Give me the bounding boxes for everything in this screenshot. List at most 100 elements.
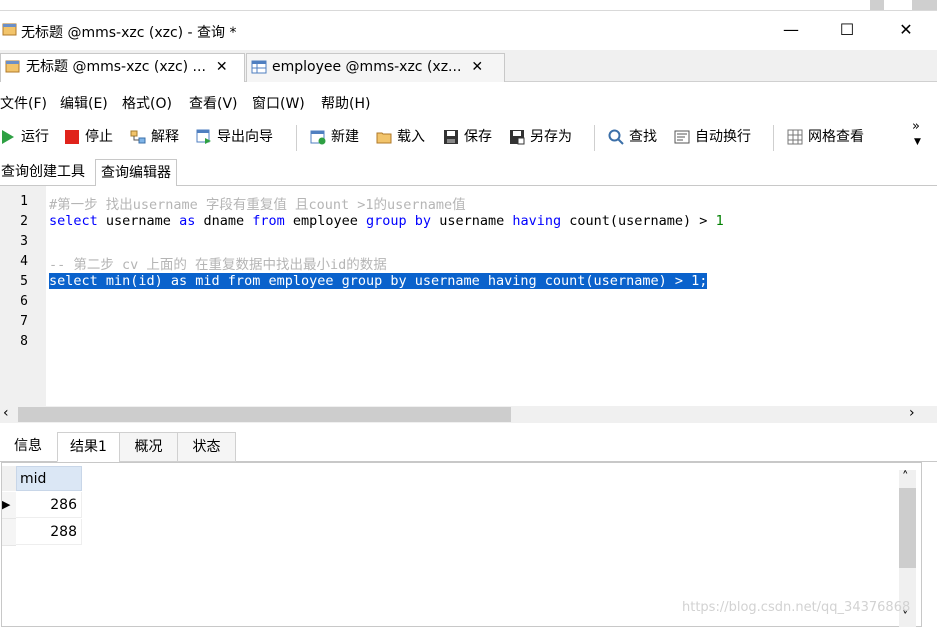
maximize-button[interactable]: ☐ xyxy=(830,19,864,41)
horizontal-scrollbar[interactable]: ‹ › xyxy=(0,405,937,423)
save-as-icon xyxy=(510,130,525,145)
grid-corner xyxy=(2,466,16,491)
tab-query-editor[interactable]: 查询编辑器 xyxy=(95,159,177,187)
new-query-icon xyxy=(310,130,326,145)
keyword: having xyxy=(512,213,562,229)
grid-icon xyxy=(787,129,803,145)
window-title: 无标题 @mms-xzc (xzc) - 查询 * xyxy=(21,25,237,41)
explain-icon xyxy=(130,130,146,144)
close-button[interactable]: ✕ xyxy=(889,19,923,41)
grid-view-button[interactable]: 网格查看 xyxy=(787,127,864,149)
keyword: from xyxy=(252,213,285,229)
run-button[interactable]: 运行 xyxy=(0,127,49,149)
find-label: 查找 xyxy=(629,129,657,145)
load-button[interactable]: 载入 xyxy=(376,127,425,149)
watermark: https://blog.csdn.net/qq_34376868 xyxy=(682,600,911,615)
code-text: username xyxy=(97,213,180,229)
save-label: 保存 xyxy=(464,129,492,145)
code-text: count(username) > xyxy=(561,213,716,229)
export-icon xyxy=(196,129,211,144)
toolbar-separator xyxy=(296,125,297,151)
run-label: 运行 xyxy=(21,129,49,145)
line-number: 2 xyxy=(20,214,28,229)
scroll-up-icon[interactable]: ˄ xyxy=(902,470,909,485)
keyword: select xyxy=(49,213,98,229)
tab-query-builder[interactable]: 查询创建工具 xyxy=(1,159,85,185)
tab-profile[interactable]: 概况 xyxy=(119,432,178,462)
load-label: 载入 xyxy=(397,129,425,145)
code-text: dname xyxy=(195,213,253,229)
tab-status[interactable]: 状态 xyxy=(177,432,236,462)
stop-button[interactable]: 停止 xyxy=(64,127,113,149)
new-button[interactable]: 新建 xyxy=(310,127,359,149)
tab-employee[interactable]: employee @mms-xzc (xz... ✕ xyxy=(246,53,505,82)
save-as-label: 另存为 xyxy=(530,129,572,145)
tab-label: 无标题 @mms-xzc (xzc) ... xyxy=(26,59,206,75)
play-icon xyxy=(2,130,14,144)
line-number: 7 xyxy=(20,314,28,329)
row-header[interactable] xyxy=(2,519,16,546)
save-button[interactable]: 保存 xyxy=(443,127,492,149)
title-bar: 无标题 @mms-xzc (xzc) - 查询 * — ☐ ✕ xyxy=(0,10,937,51)
explain-button[interactable]: 解释 xyxy=(130,127,179,149)
query-icon xyxy=(5,60,20,73)
line-number: 8 xyxy=(20,334,28,349)
menu-view[interactable]: 查看(V) xyxy=(189,93,238,113)
word-wrap-button[interactable]: 自动换行 xyxy=(674,127,751,149)
column-header-mid[interactable]: mid xyxy=(16,466,82,491)
current-row-icon: ▶ xyxy=(2,498,11,511)
table-cell[interactable]: 288 xyxy=(16,519,82,545)
table-cell[interactable]: 286 xyxy=(16,492,82,518)
line-number-gutter: 1 2 3 4 5 6 7 8 xyxy=(0,186,46,406)
result-tabs: 信息 结果1 概况 状态 xyxy=(0,431,937,462)
menu-help[interactable]: 帮助(H) xyxy=(321,93,370,113)
menu-file[interactable]: 文件(F) xyxy=(0,93,47,113)
menu-format[interactable]: 格式(O) xyxy=(122,93,172,113)
find-button[interactable]: 查找 xyxy=(608,127,657,149)
tab-query-untitled[interactable]: 无标题 @mms-xzc (xzc) ... ✕ xyxy=(0,53,245,82)
stop-icon xyxy=(65,130,79,144)
keyword: group by xyxy=(366,213,432,229)
menu-bar: 文件(F) 编辑(E) 格式(O) 查看(V) 窗口(W) 帮助(H) xyxy=(0,86,937,116)
save-as-button[interactable]: 另存为 xyxy=(509,127,572,149)
scrollbar-thumb[interactable] xyxy=(18,407,511,422)
line-number: 1 xyxy=(20,194,28,209)
menu-window[interactable]: 窗口(W) xyxy=(252,93,305,113)
code-line-5-selected: select min(id) as mid from employee grou… xyxy=(49,273,708,289)
close-icon[interactable]: ✕ xyxy=(471,54,483,80)
tab-result-1[interactable]: 结果1 xyxy=(57,432,120,462)
line-number: 4 xyxy=(20,254,28,269)
document-tabs: 无标题 @mms-xzc (xzc) ... ✕ employee @mms-xz… xyxy=(0,50,937,82)
row-header[interactable]: ▶ xyxy=(2,492,16,519)
code-line-2: select username as dname from employee g… xyxy=(49,213,724,229)
toolbar-overflow-button[interactable]: » xyxy=(912,119,920,134)
toolbar-separator xyxy=(594,125,595,151)
save-icon xyxy=(444,130,458,144)
line-number: 6 xyxy=(20,294,28,309)
minimize-button[interactable]: — xyxy=(774,19,808,41)
code-text: employee xyxy=(284,213,367,229)
word-wrap-label: 自动换行 xyxy=(695,129,751,145)
scroll-right-icon[interactable]: › xyxy=(909,405,915,421)
stop-label: 停止 xyxy=(85,129,113,145)
app-icon xyxy=(2,23,17,36)
code-text: username xyxy=(431,213,513,229)
line-number: 5 xyxy=(20,274,28,289)
sql-editor[interactable]: 1 2 3 4 5 6 7 8 #第一步 找出username 字段有重复值 且… xyxy=(0,186,937,406)
folder-icon xyxy=(376,132,392,144)
menu-edit[interactable]: 编辑(E) xyxy=(60,93,108,113)
export-wizard-button[interactable]: 导出向导 xyxy=(196,127,273,149)
word-wrap-icon xyxy=(674,130,690,144)
editor-tabs: 查询创建工具 查询编辑器 xyxy=(0,157,937,187)
background-window-edge xyxy=(912,0,937,10)
code-line-4-comment: -- 第二步 cv 上面的 在重复数据中找出最小id的数据 xyxy=(49,257,387,273)
new-label: 新建 xyxy=(331,129,359,145)
close-icon[interactable]: ✕ xyxy=(216,54,228,80)
scrollbar-thumb[interactable] xyxy=(899,488,916,568)
tab-label: employee @mms-xzc (xz... xyxy=(272,59,462,75)
explain-label: 解释 xyxy=(151,129,179,145)
scroll-left-icon[interactable]: ‹ xyxy=(3,405,9,421)
keyword: as xyxy=(179,213,196,229)
chevron-down-icon[interactable]: ▼ xyxy=(914,137,921,147)
tab-info[interactable]: 信息 xyxy=(0,432,56,460)
